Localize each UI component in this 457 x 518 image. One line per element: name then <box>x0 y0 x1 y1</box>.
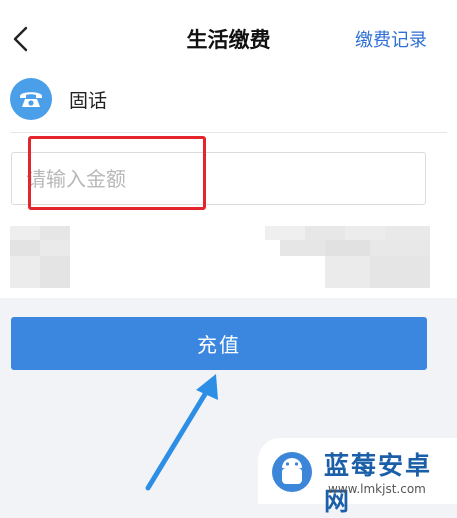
watermark: 蓝莓安卓网 www.lmkjst.com <box>258 438 457 516</box>
service-name: 固话 <box>69 90 108 112</box>
blurred-content-left <box>10 226 85 288</box>
annotation-arrow <box>145 374 218 491</box>
watermark-logo-icon <box>272 452 312 492</box>
recharge-button[interactable]: 充值 <box>11 317 427 370</box>
payment-records-link[interactable]: 缴费记录 <box>355 26 427 52</box>
amount-input[interactable] <box>11 152 426 205</box>
header: 生活缴费 缴费记录 <box>0 0 457 76</box>
telephone-icon <box>10 78 52 120</box>
divider <box>10 132 447 133</box>
payment-form-card: 固话 <box>0 76 457 298</box>
watermark-url: www.lmkjst.com <box>328 482 426 496</box>
blurred-content-right <box>265 226 430 288</box>
